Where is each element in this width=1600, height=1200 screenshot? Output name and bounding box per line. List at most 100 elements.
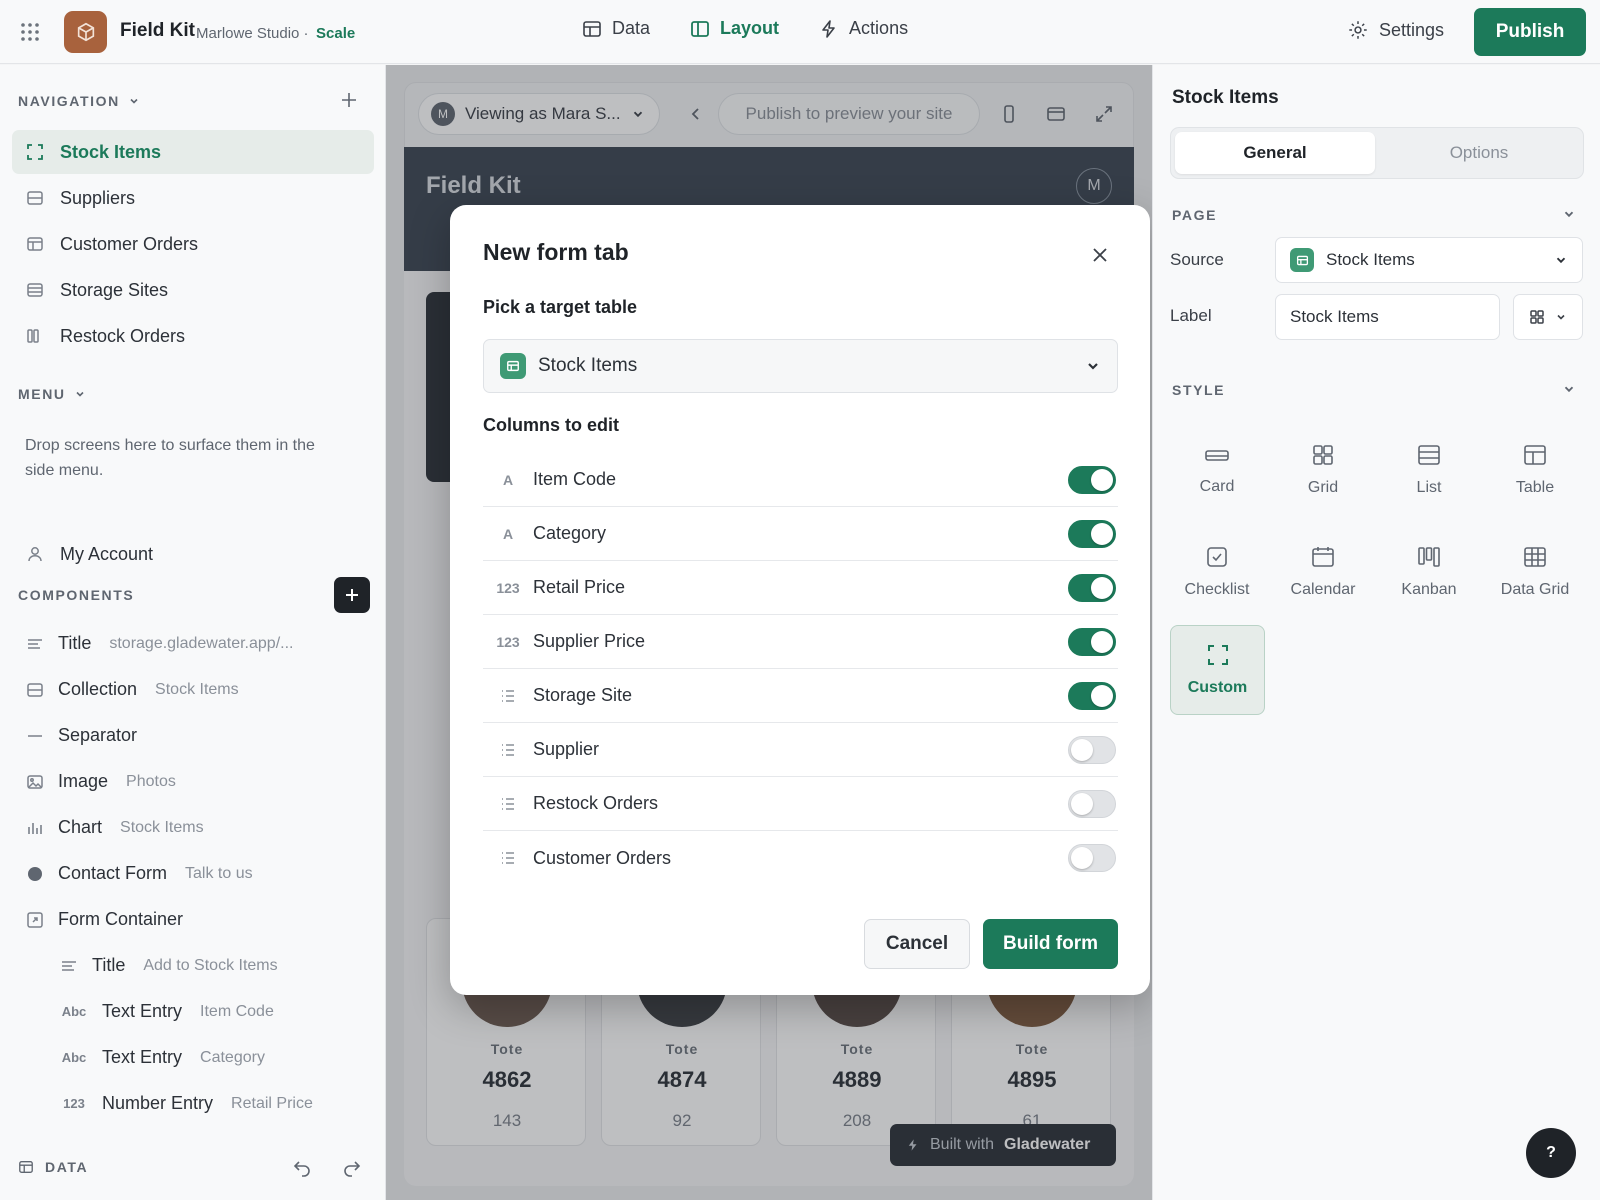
column-toggle[interactable] <box>1068 736 1116 764</box>
relation-list-icon <box>483 689 533 703</box>
source-select[interactable]: Stock Items <box>1275 237 1583 283</box>
grid-icon <box>1311 443 1335 467</box>
sidebar-item-stock-items[interactable]: Stock Items <box>12 130 374 174</box>
style-option-table[interactable]: Table <box>1485 425 1585 515</box>
text-entry-icon: Abc <box>61 1050 87 1065</box>
table-icon <box>582 19 602 39</box>
component-number-entry-retail-price[interactable]: 123 Number Entry Retail Price <box>60 1093 313 1114</box>
kanban-icon <box>1417 545 1441 569</box>
column-row-customer-orders: Customer Orders <box>483 831 1118 885</box>
sidebar-item-suppliers[interactable]: Suppliers <box>12 176 374 220</box>
column-row-supplier: Supplier <box>483 723 1118 777</box>
style-option-list[interactable]: List <box>1379 425 1479 515</box>
left-footer: DATA <box>0 1135 386 1200</box>
chevron-down-icon <box>74 388 86 400</box>
relation-list-icon <box>483 797 533 811</box>
sidebar-item-my-account[interactable]: My Account <box>12 532 374 576</box>
component-text-entry-item-code[interactable]: Abc Text Entry Item Code <box>60 1001 274 1022</box>
menu-heading[interactable]: MENU <box>18 386 86 402</box>
number-type-icon: 123 <box>496 579 520 596</box>
column-toggle[interactable] <box>1068 466 1116 494</box>
org-name: Marlowe Studio · <box>196 25 309 42</box>
build-form-button[interactable]: Build form <box>983 919 1118 969</box>
label-label: Label <box>1170 306 1212 325</box>
target-table-label: Pick a target table <box>483 297 638 317</box>
chevron-down-icon <box>1555 311 1567 323</box>
component-image[interactable]: Image Photos <box>26 771 176 792</box>
navigation-heading[interactable]: NAVIGATION <box>18 93 140 109</box>
chevron-down-icon[interactable] <box>1562 382 1576 396</box>
card-icon <box>1204 444 1230 466</box>
chevron-down-icon[interactable] <box>1562 207 1576 221</box>
style-option-calendar[interactable]: Calendar <box>1273 527 1373 617</box>
number-entry-icon: 123 <box>63 1096 85 1111</box>
component-collection[interactable]: Collection Stock Items <box>26 679 239 700</box>
column-toggle[interactable] <box>1068 628 1116 656</box>
style-option-grid[interactable]: Grid <box>1273 425 1373 515</box>
style-option-kanban[interactable]: Kanban <box>1379 527 1479 617</box>
sidebar-item-restock-orders[interactable]: Restock Orders <box>12 314 374 358</box>
new-form-tab-dialog: New form tab Pick a target table Stock I… <box>450 205 1150 995</box>
tab-actions[interactable]: Actions <box>819 18 908 39</box>
style-option-checklist[interactable]: Checklist <box>1167 527 1267 617</box>
text-align-icon <box>60 957 78 975</box>
column-toggle[interactable] <box>1068 682 1116 710</box>
undo-icon[interactable] <box>292 1157 312 1177</box>
plan-badge: Scale <box>316 25 356 42</box>
component-text-entry-category[interactable]: Abc Text Entry Category <box>60 1047 265 1068</box>
custom-screen-icon <box>1206 643 1230 667</box>
settings-button[interactable]: Settings <box>1347 19 1444 41</box>
component-form-title[interactable]: Title Add to Stock Items <box>60 955 278 976</box>
component-chart[interactable]: Chart Stock Items <box>26 817 204 838</box>
layout-icon <box>690 19 710 39</box>
redo-icon[interactable] <box>342 1157 362 1177</box>
component-contact-form[interactable]: Contact Form Talk to us <box>26 863 253 884</box>
column-toggle[interactable] <box>1068 574 1116 602</box>
data-footer-label[interactable]: DATA <box>45 1159 88 1175</box>
data-grid-icon <box>1523 545 1547 569</box>
column-toggle[interactable] <box>1068 844 1116 872</box>
component-form-container[interactable]: Form Container <box>26 909 183 930</box>
help-button[interactable]: ? <box>1526 1128 1576 1178</box>
column-row-storage-site: Storage Site <box>483 669 1118 723</box>
column-row-item-code: A Item Code <box>483 453 1118 507</box>
publish-button[interactable]: Publish <box>1474 8 1586 56</box>
add-screen-icon[interactable] <box>340 91 358 109</box>
add-component-button[interactable] <box>334 577 370 613</box>
text-type-icon: A <box>502 525 514 542</box>
column-row-supplier-price: 123 Supplier Price <box>483 615 1118 669</box>
left-sidebar: NAVIGATION Stock Items Suppliers Custome… <box>0 65 386 1200</box>
plus-icon <box>344 587 360 603</box>
sidebar-item-customer-orders[interactable]: Customer Orders <box>12 222 374 266</box>
tab-general[interactable]: General <box>1175 132 1375 174</box>
panel-title: Stock Items <box>1172 87 1279 108</box>
cancel-button[interactable]: Cancel <box>864 919 970 969</box>
separator-icon <box>26 727 44 745</box>
tab-options[interactable]: Options <box>1379 132 1579 174</box>
target-table-select[interactable]: Stock Items <box>483 339 1118 393</box>
chevron-down-icon <box>1085 358 1101 374</box>
column-toggle[interactable] <box>1068 520 1116 548</box>
column-toggle[interactable] <box>1068 790 1116 818</box>
tab-data[interactable]: Data <box>582 18 650 39</box>
apps-grid-icon[interactable] <box>20 22 40 42</box>
user-icon <box>26 545 44 563</box>
tab-layout[interactable]: Layout <box>690 18 779 39</box>
label-input[interactable]: Stock Items <box>1275 294 1500 340</box>
relation-list-icon <box>483 743 533 757</box>
style-option-data-grid[interactable]: Data Grid <box>1485 527 1585 617</box>
table-icon <box>1523 443 1547 467</box>
style-option-card[interactable]: Card <box>1167 425 1267 515</box>
box-icon <box>75 21 97 43</box>
label-icon-picker[interactable] <box>1513 294 1583 340</box>
close-icon[interactable] <box>1088 243 1112 267</box>
components-heading: COMPONENTS <box>18 587 135 603</box>
bolt-icon <box>819 19 839 39</box>
top-bar: Field Kit Marlowe Studio · Scale Data La… <box>0 0 1600 64</box>
columns-label: Columns to edit <box>483 415 619 435</box>
component-separator[interactable]: Separator <box>26 725 137 746</box>
sidebar-item-storage-sites[interactable]: Storage Sites <box>12 268 374 312</box>
app-logo[interactable] <box>64 11 107 53</box>
style-option-custom[interactable]: Custom <box>1170 625 1265 715</box>
component-title[interactable]: Title storage.gladewater.app/... <box>26 633 293 654</box>
